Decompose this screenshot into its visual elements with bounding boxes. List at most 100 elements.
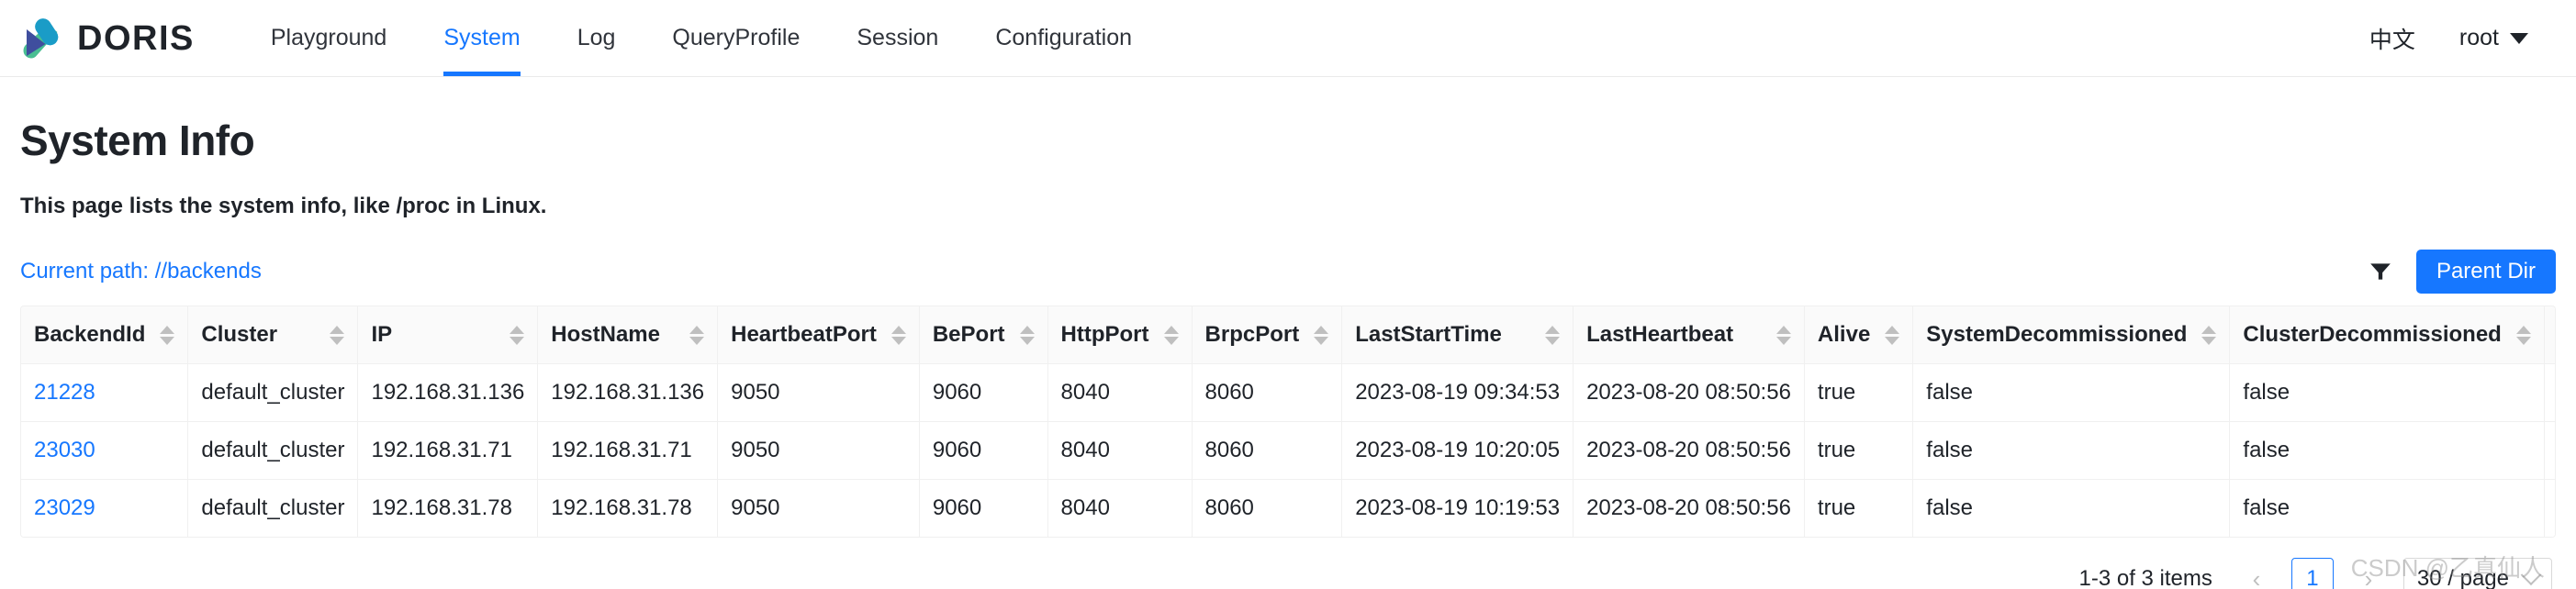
parent-dir-button[interactable]: Parent Dir — [2415, 250, 2556, 294]
nav-item-system[interactable]: System — [415, 0, 548, 76]
column-header-brpcport[interactable]: BrpcPort — [1192, 306, 1343, 365]
cell-cluster: default_cluster — [187, 479, 359, 538]
pagination-page-1[interactable]: 1 — [2290, 558, 2334, 589]
pagination-next-icon[interactable]: › — [2350, 559, 2387, 589]
column-header-backendid[interactable]: BackendId — [21, 306, 189, 365]
sort-icon[interactable] — [689, 325, 705, 345]
sort-icon[interactable] — [160, 325, 175, 345]
column-header-label: ClusterDecommissioned — [2243, 322, 2502, 348]
pagination: 1-3 of 3 items ‹ 1 › 30 / page — [20, 558, 2556, 589]
cell-httpport: 8040 — [1047, 479, 1193, 538]
sort-icon[interactable] — [1545, 325, 1561, 345]
user-menu[interactable]: root — [2459, 25, 2528, 51]
sort-icon[interactable] — [1314, 325, 1329, 345]
column-header-systemdecommissioned[interactable]: SystemDecommissioned — [1912, 306, 2231, 365]
cell-httpport: 8040 — [1047, 363, 1193, 423]
cell-hostname: 192.168.31.71 — [537, 421, 719, 481]
column-header-label: LastStartTime — [1355, 322, 1502, 348]
nav-right-actions: 中文 root — [2369, 22, 2539, 55]
column-header-label: Alive — [1817, 322, 1871, 348]
cell-beport: 9060 — [919, 479, 1048, 538]
table-row: 21228 default_cluster 192.168.31.136 192… — [21, 363, 2555, 423]
column-header-label: IP — [371, 322, 393, 348]
cell-laststarttime: 2023-08-19 10:19:53 — [1341, 479, 1574, 538]
language-switch[interactable]: 中文 — [2369, 22, 2415, 55]
column-header-ip[interactable]: IP — [357, 306, 539, 365]
cell-heartbeatport: 9050 — [717, 363, 920, 423]
column-header-laststarttime[interactable]: LastStartTime — [1341, 306, 1574, 365]
cell-hostname: 192.168.31.136 — [537, 363, 719, 423]
cell-beport: 9060 — [919, 421, 1048, 481]
sort-icon[interactable] — [2515, 325, 2531, 345]
page-title: System Info — [20, 117, 255, 164]
cell-systemdecommissioned: false — [1912, 363, 2231, 423]
cell-ip: 192.168.31.136 — [357, 363, 539, 423]
sort-icon[interactable] — [1775, 325, 1791, 345]
column-header-label: HostName — [551, 322, 660, 348]
filter-icon[interactable] — [2369, 260, 2392, 283]
column-header-cluster[interactable]: Cluster — [187, 306, 359, 365]
cell-backendid[interactable]: 23029 — [21, 479, 189, 538]
page-size-select[interactable]: 30 / page — [2402, 558, 2552, 589]
path-actions: Parent Dir — [2369, 250, 2556, 294]
cell-backendid[interactable]: 21228 — [21, 363, 189, 423]
cell-hostname: 192.168.31.78 — [537, 479, 719, 538]
cell-clusterdecommissioned: false — [2229, 421, 2545, 481]
cell-laststarttime: 2023-08-19 09:34:53 — [1341, 363, 1574, 423]
column-header-clusterdecommissioned[interactable]: ClusterDecommissioned — [2229, 306, 2545, 365]
nav-item-session[interactable]: Session — [828, 0, 967, 76]
cell-lastheartbeat: 2023-08-20 08:50:56 — [1573, 421, 1805, 481]
cell-alive: true — [1804, 363, 1914, 423]
column-header-label: BackendId — [34, 322, 146, 348]
pagination-total: 1-3 of 3 items — [2078, 566, 2212, 589]
column-header-label: Cluster — [201, 322, 278, 348]
column-header-httpport[interactable]: HttpPort — [1047, 306, 1193, 365]
sort-icon[interactable] — [1019, 325, 1035, 345]
column-header-alive[interactable]: Alive — [1804, 306, 1914, 365]
column-header-heartbeatport[interactable]: HeartbeatPort — [717, 306, 920, 365]
chevron-down-icon — [2510, 32, 2528, 44]
cell-heartbeatport: 9050 — [717, 421, 920, 481]
top-navbar: DORIS Playground System Log QueryProfile… — [0, 0, 2576, 77]
backend-id-link[interactable]: 21228 — [34, 380, 95, 405]
nav-item-log[interactable]: Log — [549, 0, 644, 76]
cell-clusterdecommissioned: false — [2229, 363, 2545, 423]
cell-backendid[interactable]: 23030 — [21, 421, 189, 481]
cell-tabletnum: 211 — [2544, 479, 2555, 538]
user-menu-label: root — [2458, 25, 2499, 50]
nav-item-playground[interactable]: Playground — [242, 0, 415, 76]
column-header-hostname[interactable]: HostName — [537, 306, 719, 365]
nav-item-configuration[interactable]: Configuration — [967, 0, 1160, 76]
column-header-tabletnum[interactable]: TabletNum — [2544, 306, 2555, 365]
sort-icon[interactable] — [1885, 325, 1900, 345]
cell-systemdecommissioned: false — [1912, 479, 2231, 538]
system-info-table: BackendId Cluster IP HostName HeartbeatP… — [20, 306, 2556, 539]
cell-systemdecommissioned: false — [1912, 421, 2231, 481]
cell-brpcport: 8060 — [1192, 479, 1343, 538]
cell-beport: 9060 — [919, 363, 1048, 423]
brand-logo[interactable]: DORIS — [20, 17, 195, 59]
current-path-link[interactable]: Current path: //backends — [20, 259, 262, 284]
sort-icon[interactable] — [510, 325, 525, 345]
pagination-prev-icon[interactable]: ‹ — [2238, 559, 2275, 589]
column-header-lastheartbeat[interactable]: LastHeartbeat — [1573, 306, 1805, 365]
column-header-label: HttpPort — [1060, 322, 1149, 348]
backend-id-link[interactable]: 23029 — [34, 495, 95, 520]
backend-id-link[interactable]: 23030 — [34, 438, 95, 462]
cell-ip: 192.168.31.71 — [357, 421, 539, 481]
sort-icon[interactable] — [330, 325, 345, 345]
cell-ip: 192.168.31.78 — [357, 479, 539, 538]
table-header-row: BackendId Cluster IP HostName HeartbeatP… — [21, 306, 2555, 365]
sort-icon[interactable] — [1163, 325, 1179, 345]
cell-brpcport: 8060 — [1192, 421, 1343, 481]
column-header-beport[interactable]: BePort — [919, 306, 1048, 365]
column-header-label: BrpcPort — [1204, 322, 1300, 348]
sort-icon[interactable] — [2201, 325, 2217, 345]
cell-cluster: default_cluster — [187, 421, 359, 481]
cell-brpcport: 8060 — [1192, 363, 1343, 423]
nav-item-queryprofile[interactable]: QueryProfile — [644, 0, 828, 76]
sort-icon[interactable] — [890, 325, 906, 345]
cell-cluster: default_cluster — [187, 363, 359, 423]
cell-lastheartbeat: 2023-08-20 08:50:56 — [1573, 363, 1805, 423]
page-size-label: 30 / page — [2416, 566, 2509, 589]
